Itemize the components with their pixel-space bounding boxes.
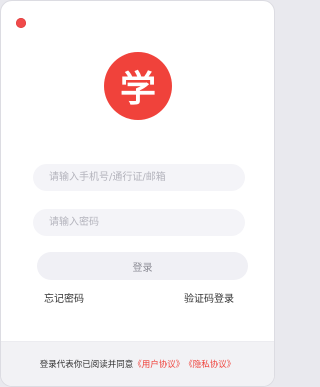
password-input[interactable] xyxy=(33,209,245,236)
login-window: 学 登录 忘记密码 验证码登录 登录代表你已阅读并同意 《用户协议》 《隐私协议… xyxy=(0,0,275,387)
privacy-agreement-link[interactable]: 《隐私协议》 xyxy=(184,358,235,370)
app-logo: 学 xyxy=(104,52,172,120)
user-agreement-link[interactable]: 《用户协议》 xyxy=(133,358,184,370)
code-login-link[interactable]: 验证码登录 xyxy=(184,290,234,305)
forgot-password-link[interactable]: 忘记密码 xyxy=(44,290,84,305)
close-window-button[interactable] xyxy=(16,18,26,28)
logo-char: 学 xyxy=(119,69,156,110)
phone-input[interactable] xyxy=(33,164,245,191)
login-button-label: 登录 xyxy=(132,262,153,274)
agreement-prefix: 登录代表你已阅读并同意 xyxy=(39,360,134,370)
login-button[interactable]: 登录 xyxy=(37,252,248,280)
agreement-footer: 登录代表你已阅读并同意 《用户协议》 《隐私协议》 xyxy=(1,341,274,386)
